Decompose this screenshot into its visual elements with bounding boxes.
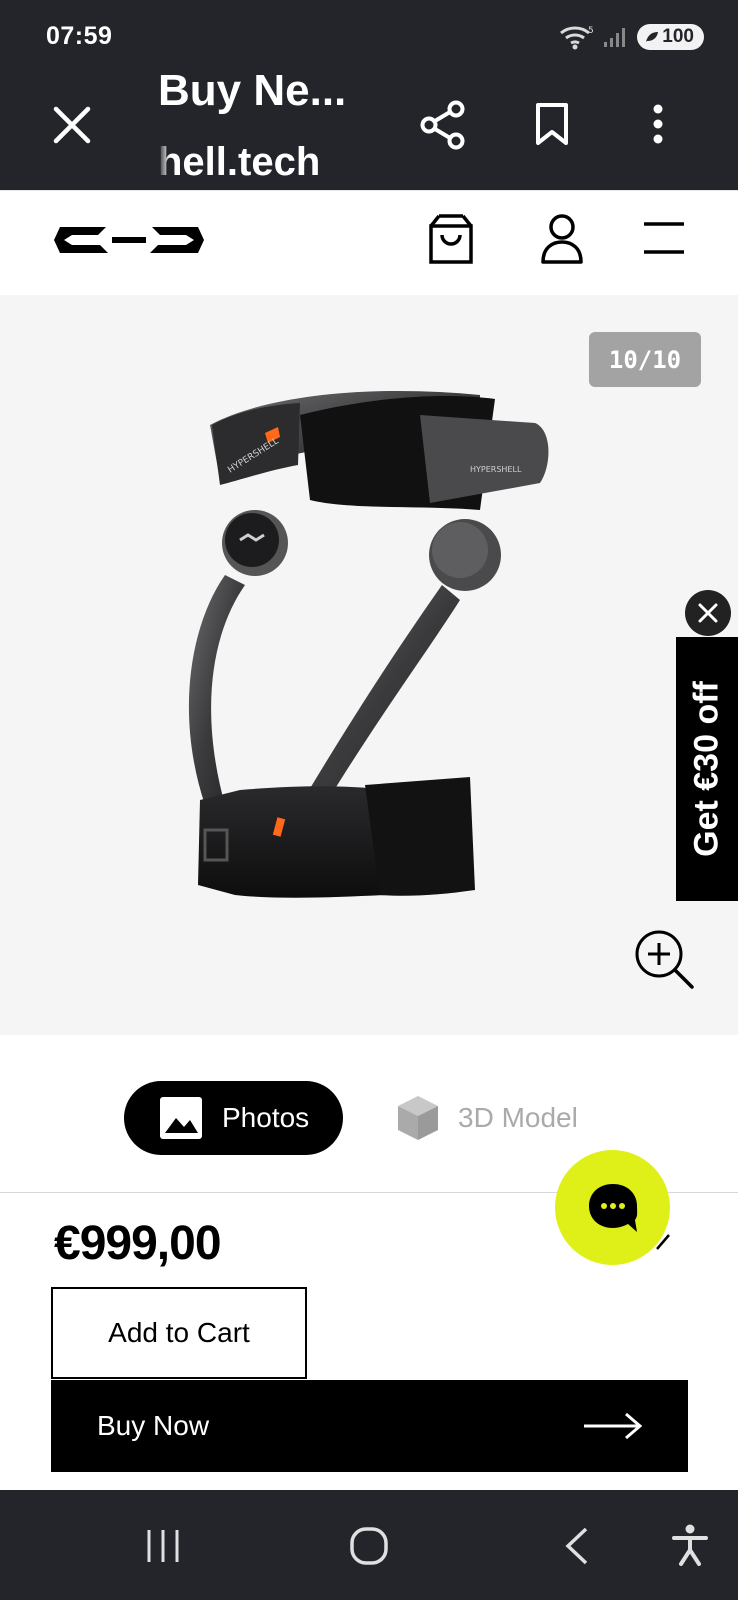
recents-icon[interactable] xyxy=(145,1528,181,1564)
3d-model-label: 3D Model xyxy=(458,1102,578,1133)
chat-icon xyxy=(588,1183,637,1232)
account-icon[interactable] xyxy=(540,213,584,265)
svg-text:5: 5 xyxy=(588,26,594,36)
arrow-right-icon xyxy=(584,1412,642,1440)
menu-icon[interactable] xyxy=(644,221,684,255)
product-image[interactable]: HYPERSHELL HYPERSHELL xyxy=(180,385,580,925)
chat-button[interactable] xyxy=(555,1150,670,1265)
photos-tab[interactable]: Photos xyxy=(124,1081,343,1155)
accessibility-icon[interactable] xyxy=(672,1524,708,1566)
wifi-icon: 5 xyxy=(560,26,594,50)
home-icon[interactable] xyxy=(349,1526,389,1566)
page-title: Buy Ne... xyxy=(158,66,347,115)
back-icon[interactable] xyxy=(562,1526,592,1566)
buy-now-button[interactable]: Buy Now xyxy=(51,1380,688,1472)
bookmark-icon[interactable] xyxy=(534,102,570,146)
product-price: €999,00 xyxy=(54,1217,222,1270)
system-nav-bar xyxy=(0,1490,738,1600)
photos-label: Photos xyxy=(222,1102,310,1133)
close-icon xyxy=(698,603,718,623)
status-icons: 5 100 xyxy=(559,24,704,50)
add-to-cart-button[interactable]: Add to Cart xyxy=(51,1287,307,1379)
svg-text:HYPERSHELL: HYPERSHELL xyxy=(470,465,522,474)
promo-close-button[interactable] xyxy=(685,590,731,636)
share-icon[interactable] xyxy=(420,100,466,150)
battery-level: 100 xyxy=(662,26,694,47)
more-vert-icon[interactable] xyxy=(652,104,664,144)
browser-toolbar: 07:59 5 100 Buy Ne... hell.tech xyxy=(0,0,738,190)
image-counter: 10/10 xyxy=(589,332,701,387)
image-icon xyxy=(160,1097,202,1139)
discount-label[interactable]: Get €30 off xyxy=(688,681,727,857)
battery-icon: 100 xyxy=(637,24,704,50)
product-gallery[interactable]: 10/10 HYPERSHELL HYPERSHELL xyxy=(0,295,738,1035)
page-url[interactable]: hell.tech xyxy=(158,140,318,185)
3d-model-tab[interactable]: 3D Model xyxy=(396,1087,578,1149)
status-time: 07:59 xyxy=(46,22,113,50)
shopping-bag-icon[interactable] xyxy=(428,213,474,265)
buy-now-label: Buy Now xyxy=(97,1410,210,1441)
signal-icon xyxy=(604,28,626,47)
chevron-icon[interactable] xyxy=(655,1233,671,1251)
cube-icon xyxy=(398,1096,438,1140)
site-header xyxy=(0,190,738,295)
hypershell-logo[interactable] xyxy=(54,219,204,261)
zoom-in-icon[interactable] xyxy=(634,929,696,991)
close-icon[interactable] xyxy=(52,105,92,145)
leaf-icon xyxy=(646,32,659,42)
